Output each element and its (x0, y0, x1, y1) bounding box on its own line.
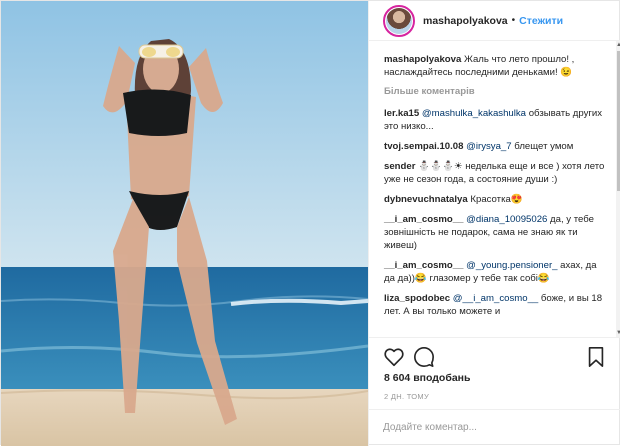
comments-list[interactable]: mashapolyakova Жаль что лето прошло! , н… (369, 53, 620, 334)
comment-mention[interactable]: @mashulka_kakashulka (422, 108, 526, 119)
comment-mention[interactable]: @_young.pensioner_ (466, 260, 557, 271)
comment-username[interactable]: __i_am_cosmo__ (384, 260, 463, 271)
caption-username[interactable]: mashapolyakova (384, 54, 461, 65)
caption: mashapolyakova Жаль что лето прошло! , н… (384, 53, 608, 79)
comment-item: __i_am_cosmo__ @diana_10095026 да, у теб… (384, 213, 608, 252)
comment-mention[interactable]: @__i_am_cosmo__ (453, 293, 538, 304)
comment-username[interactable]: __i_am_cosmo__ (384, 214, 463, 225)
comment-input[interactable] (383, 416, 603, 438)
post-side-panel: mashapolyakova • Стежити mashapolyakova … (368, 1, 620, 446)
post-photo[interactable] (1, 1, 368, 446)
scroll-up-arrow-icon[interactable]: ▲ (616, 41, 620, 49)
instagram-post: mashapolyakova • Стежити mashapolyakova … (0, 0, 620, 446)
comment-item: sender ⛄⛄⛄☀ неделька еще и все ) хотя ле… (384, 160, 608, 186)
comment-item: __i_am_cosmo__ @_young.pensioner_ ахах, … (384, 259, 608, 285)
comment-username[interactable]: liza_spodobec (384, 293, 450, 304)
avatar[interactable] (383, 4, 415, 37)
comment-item: dybnevuchnatalya Красотка😍 (384, 193, 608, 206)
comment-username[interactable]: ler.ka15 (384, 108, 419, 119)
comment-username[interactable]: tvoj.sempai.10.08 (384, 141, 463, 152)
more-comments-link[interactable]: Більше коментарів (384, 86, 608, 97)
heart-icon[interactable] (383, 346, 405, 368)
comment-item: ler.ka15 @mashulka_kakashulka обзывать д… (384, 107, 608, 133)
likes-count[interactable]: 8 604 вподобань (384, 372, 470, 384)
header-separator-dot: • (511, 15, 516, 26)
scroll-down-arrow-icon[interactable]: ▼ (616, 329, 620, 337)
comment-text: Красотка😍 (470, 194, 523, 205)
header-username[interactable]: mashapolyakova (423, 15, 508, 27)
comments-scrollbar[interactable]: ▲ ▼ (616, 41, 620, 337)
comment-mention[interactable]: @irysya_7 (466, 141, 511, 152)
add-comment-section (369, 409, 620, 446)
follow-button[interactable]: Стежити (519, 15, 563, 27)
comment-mention[interactable]: @diana_10095026 (466, 214, 547, 225)
comment-username[interactable]: sender (384, 161, 415, 172)
post-header: mashapolyakova • Стежити (369, 1, 620, 41)
comment-item: liza_spodobec @__i_am_cosmo__ боже, и вы… (384, 292, 608, 318)
comment-username[interactable]: dybnevuchnatalya (384, 194, 468, 205)
comment-text: ⛄⛄⛄☀ неделька еще и все ) хотя лето уже … (384, 161, 605, 185)
post-actions: 8 604 вподобань 2 ДН. ТОМУ (369, 337, 620, 409)
comment-bubble-icon[interactable] (413, 346, 435, 368)
bookmark-icon[interactable] (585, 346, 607, 368)
comment-item: tvoj.sempai.10.08 @irysya_7 блещет умом (384, 140, 608, 153)
beach-photo-image (1, 1, 368, 446)
comment-text: блещет умом (511, 141, 574, 152)
post-timestamp[interactable]: 2 ДН. ТОМУ (384, 392, 429, 401)
avatar-image (386, 7, 412, 34)
